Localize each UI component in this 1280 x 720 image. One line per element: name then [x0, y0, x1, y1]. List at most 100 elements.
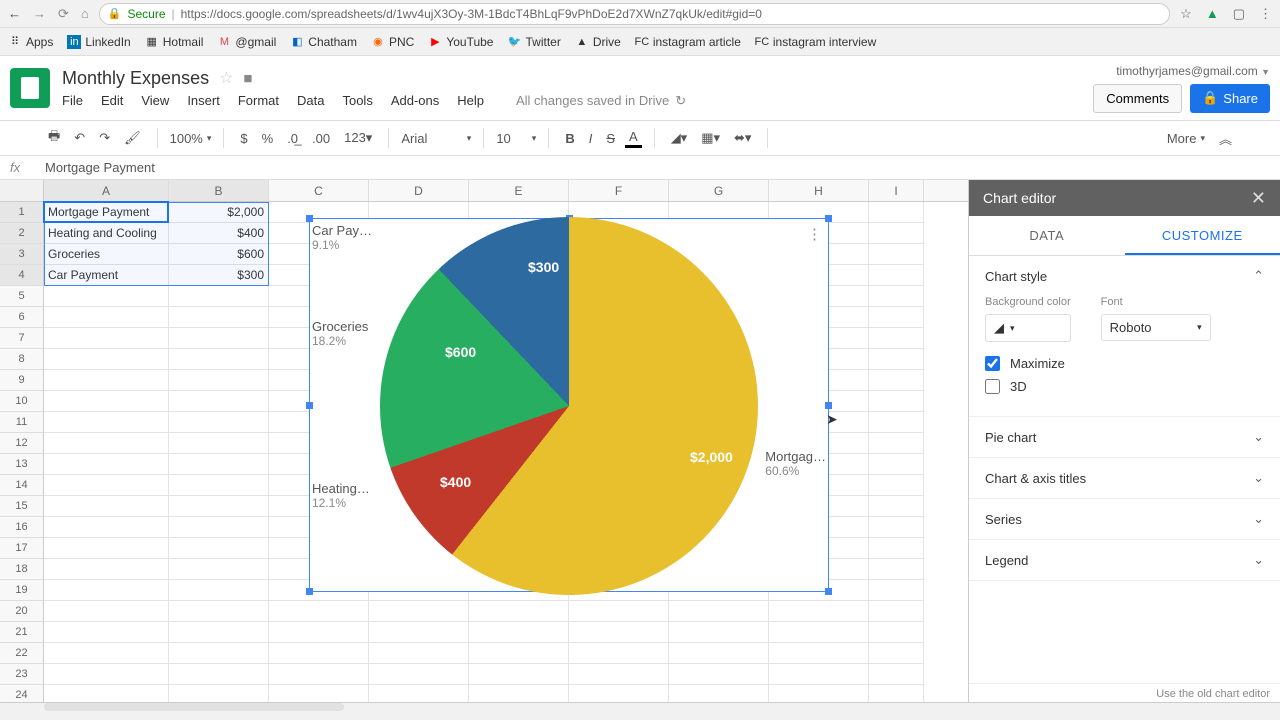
cell[interactable]	[169, 328, 269, 349]
cell[interactable]	[869, 664, 924, 685]
col-header-h[interactable]: H	[769, 180, 869, 201]
cell[interactable]	[869, 454, 924, 475]
row-header[interactable]: 21	[0, 622, 44, 643]
cell[interactable]	[869, 433, 924, 454]
back-icon[interactable]: ←	[8, 6, 21, 22]
3d-checkbox[interactable]: 3D	[985, 379, 1264, 394]
horizontal-scrollbar[interactable]	[44, 703, 344, 711]
row-header[interactable]: 20	[0, 601, 44, 622]
cell[interactable]	[869, 286, 924, 307]
row-header[interactable]: 9	[0, 370, 44, 391]
font-dropdown[interactable]: Arial▾	[401, 131, 471, 146]
cell[interactable]	[569, 643, 669, 664]
star-doc-icon[interactable]: ☆	[219, 68, 233, 88]
more-formats-icon[interactable]: 123▾	[340, 128, 376, 148]
row-header[interactable]: 22	[0, 643, 44, 664]
bookmark-insta-article[interactable]: FCinstagram article	[635, 35, 741, 49]
select-all-corner[interactable]	[0, 180, 44, 201]
cell[interactable]	[44, 643, 169, 664]
cell[interactable]	[869, 601, 924, 622]
cell[interactable]	[869, 685, 924, 702]
cell[interactable]	[869, 580, 924, 601]
cell[interactable]	[44, 328, 169, 349]
cell[interactable]	[44, 307, 169, 328]
cell[interactable]	[169, 370, 269, 391]
col-header-i[interactable]: I	[869, 180, 924, 201]
collapse-toolbar-icon[interactable]: ︽	[1215, 127, 1236, 150]
menu-addons[interactable]: Add-ons	[391, 93, 439, 108]
cell[interactable]	[44, 601, 169, 622]
cell[interactable]	[44, 370, 169, 391]
cell[interactable]	[869, 328, 924, 349]
bookmark-drive[interactable]: ▲Drive	[575, 35, 621, 49]
row-header[interactable]: 13	[0, 454, 44, 475]
menu-insert[interactable]: Insert	[187, 93, 220, 108]
cell[interactable]	[669, 685, 769, 702]
cell[interactable]	[869, 202, 924, 223]
cell[interactable]	[769, 664, 869, 685]
cell[interactable]	[44, 622, 169, 643]
cell[interactable]: Heating and Cooling	[44, 223, 169, 244]
cell[interactable]: $300	[169, 265, 269, 286]
text-color-icon[interactable]: A	[625, 129, 642, 148]
dec-increase-icon[interactable]: .00	[308, 129, 334, 148]
row-header[interactable]: 2	[0, 223, 44, 244]
chart-object[interactable]: ⋮ $2,000 $400 $600 $300 Mortgag…60.6% He…	[309, 218, 829, 592]
cell[interactable]	[44, 664, 169, 685]
bookmark-twitter[interactable]: 🐦Twitter	[507, 35, 560, 49]
profile-icon[interactable]: ▢	[1233, 6, 1245, 22]
col-header-f[interactable]: F	[569, 180, 669, 201]
cell[interactable]	[269, 643, 369, 664]
cell[interactable]	[869, 265, 924, 286]
cell[interactable]	[169, 412, 269, 433]
cell[interactable]	[469, 622, 569, 643]
undo-icon[interactable]: ↶	[70, 128, 89, 148]
currency-icon[interactable]: $	[236, 129, 251, 148]
percent-icon[interactable]: %	[258, 129, 278, 148]
cell[interactable]	[44, 286, 169, 307]
cell[interactable]	[369, 664, 469, 685]
col-header-b[interactable]: B	[169, 180, 269, 201]
cell[interactable]	[369, 643, 469, 664]
history-icon[interactable]: ↻	[675, 93, 686, 109]
col-header-c[interactable]: C	[269, 180, 369, 201]
cell[interactable]	[44, 517, 169, 538]
bookmark-linkedin[interactable]: inLinkedIn	[67, 35, 130, 49]
cell[interactable]	[169, 643, 269, 664]
cell[interactable]	[269, 601, 369, 622]
redo-icon[interactable]: ↷	[95, 128, 114, 148]
bookmark-gmail[interactable]: M@gmail	[217, 35, 276, 49]
cell[interactable]	[869, 370, 924, 391]
cell[interactable]	[869, 517, 924, 538]
col-header-e[interactable]: E	[469, 180, 569, 201]
cell[interactable]	[269, 622, 369, 643]
address-bar[interactable]: 🔒 Secure | https://docs.google.com/sprea…	[99, 3, 1170, 25]
row-header[interactable]: 7	[0, 328, 44, 349]
cell[interactable]	[869, 244, 924, 265]
cell[interactable]	[44, 349, 169, 370]
paint-format-icon[interactable]: 🖌	[120, 128, 145, 148]
bookmark-apps[interactable]: ⠿Apps	[8, 35, 53, 49]
drive-icon[interactable]: ▲	[1206, 6, 1219, 22]
section-legend[interactable]: Legend⌄	[969, 540, 1280, 580]
tab-data[interactable]: DATA	[969, 216, 1125, 255]
cell[interactable]	[869, 391, 924, 412]
section-pie-chart[interactable]: Pie chart⌄	[969, 417, 1280, 457]
menu-edit[interactable]: Edit	[101, 93, 123, 108]
share-button[interactable]: 🔒Share	[1190, 84, 1270, 113]
chart-menu-icon[interactable]: ⋮	[807, 225, 822, 243]
comments-button[interactable]: Comments	[1093, 84, 1182, 113]
row-header[interactable]: 14	[0, 475, 44, 496]
menu-icon[interactable]: ⋮	[1259, 6, 1272, 22]
cell[interactable]	[669, 664, 769, 685]
cell[interactable]	[269, 664, 369, 685]
row-header[interactable]: 1	[0, 202, 44, 223]
cell[interactable]	[44, 685, 169, 702]
cell[interactable]: Car Payment	[44, 265, 169, 286]
menu-data[interactable]: Data	[297, 93, 324, 108]
cell[interactable]	[169, 622, 269, 643]
bg-color-dropdown[interactable]: ◢▾	[985, 314, 1071, 342]
row-header[interactable]: 11	[0, 412, 44, 433]
cell[interactable]	[569, 685, 669, 702]
print-icon[interactable]: 🖶	[44, 125, 64, 151]
